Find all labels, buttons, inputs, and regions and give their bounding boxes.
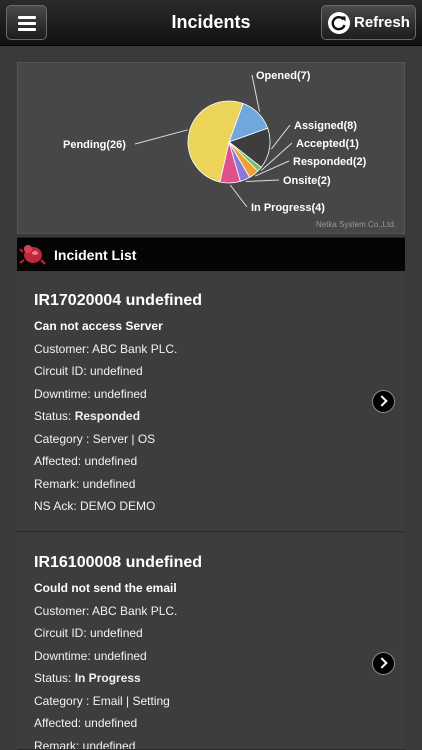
pie-label: Assigned(8) bbox=[294, 120, 357, 132]
pie-label: Onsite(2) bbox=[283, 175, 331, 187]
chart-credit: Netka System Co.,Ltd. bbox=[315, 220, 396, 229]
incident-status: Status: In Progress bbox=[34, 671, 141, 685]
pie-label: Accepted(1) bbox=[296, 138, 359, 150]
incident-affected: Affected: undefined bbox=[34, 454, 138, 468]
incident-subject: Could not send the email bbox=[34, 581, 177, 595]
incident-affected: Affected: undefined bbox=[34, 716, 138, 730]
status-value: In Progress bbox=[74, 671, 141, 685]
pie-leader-line bbox=[245, 179, 280, 182]
incident-customer: Customer: ABC Bank PLC. bbox=[34, 342, 178, 356]
pie-label: Responded(2) bbox=[293, 156, 367, 168]
pie-label: Opened(7) bbox=[256, 70, 311, 82]
chevron-right-icon[interactable] bbox=[372, 652, 395, 675]
incident-remark: Remark: undefined bbox=[34, 739, 136, 750]
refresh-icon bbox=[328, 12, 350, 34]
incident-id: IR16100008 undefined bbox=[34, 554, 203, 571]
status-prefix: Status: bbox=[34, 671, 75, 685]
pie-label: In Progress(4) bbox=[251, 202, 325, 214]
incident-bug-icon bbox=[19, 240, 47, 273]
incident-id: IR17020004 undefined bbox=[34, 292, 203, 309]
refresh-label: Refresh bbox=[354, 14, 410, 31]
chevron-right-icon[interactable] bbox=[372, 390, 395, 413]
pie-leader-line bbox=[229, 184, 248, 208]
incident-list-title: Incident List bbox=[54, 247, 137, 263]
pie-chart-svg: Opened(7) Assigned(8) Accepted(1) Responded… bbox=[63, 70, 367, 214]
incident-downtime: Downtime: undefined bbox=[34, 649, 147, 663]
incident-card[interactable]: IR17020004 undefined Can not access Serv… bbox=[17, 272, 405, 532]
pie-label: Pending(26) bbox=[63, 139, 126, 151]
incident-downtime: Downtime: undefined bbox=[34, 387, 147, 401]
pie-leader-line bbox=[134, 129, 188, 145]
incident-remark: Remark: undefined bbox=[34, 477, 136, 491]
status-pie-chart: Opened(7) Assigned(8) Accepted(1) Responded… bbox=[17, 62, 405, 234]
incident-card[interactable]: IR16100008 undefined Could not send the … bbox=[17, 534, 405, 750]
incident-circuit-id: Circuit ID: undefined bbox=[34, 364, 143, 378]
incident-category: Category : Server | OS bbox=[34, 432, 156, 446]
incident-ns-ack: NS Ack: DEMO DEMO bbox=[34, 499, 156, 513]
incident-category: Category : Email | Setting bbox=[34, 694, 170, 708]
refresh-button[interactable]: Refresh bbox=[321, 5, 416, 40]
pie-leader-line bbox=[271, 124, 291, 150]
incident-customer: Customer: ABC Bank PLC. bbox=[34, 604, 178, 618]
status-prefix: Status: bbox=[34, 409, 75, 423]
incident-status: Status: Responded bbox=[34, 409, 140, 423]
top-bar: Incidents Refresh bbox=[0, 0, 422, 46]
incident-list-header: Incident List bbox=[17, 237, 405, 271]
incident-subject: Can not access Server bbox=[34, 319, 163, 333]
status-value: Responded bbox=[74, 409, 141, 423]
incident-circuit-id: Circuit ID: undefined bbox=[34, 626, 143, 640]
